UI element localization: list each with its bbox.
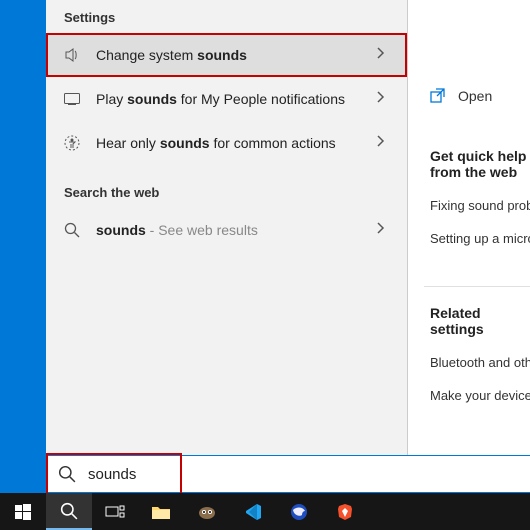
screen-icon xyxy=(60,93,84,105)
chevron-right-icon xyxy=(369,221,393,239)
start-button[interactable] xyxy=(0,493,46,530)
quick-help-header: Get quick help from the web xyxy=(430,148,530,180)
quick-help-link[interactable]: Setting up a microphone xyxy=(430,231,530,246)
search-web-header: Search the web xyxy=(46,175,407,208)
open-button[interactable]: Open xyxy=(430,88,530,104)
result-hear-only-sounds[interactable]: Hear only sounds for common actions xyxy=(46,121,407,165)
result-label: Play sounds for My People notifications xyxy=(84,91,369,108)
search-icon xyxy=(46,465,88,483)
divider xyxy=(424,286,530,287)
related-link[interactable]: Bluetooth and other devices xyxy=(430,355,530,370)
taskbar-search-button[interactable] xyxy=(46,493,92,530)
result-label: Change system sounds xyxy=(84,47,369,64)
settings-header: Settings xyxy=(46,0,407,33)
detail-panel: Open Get quick help from the web Fixing … xyxy=(408,0,530,455)
chevron-right-icon xyxy=(369,90,393,108)
taskbar xyxy=(0,493,530,530)
search-icon xyxy=(60,222,84,238)
open-icon xyxy=(430,88,446,104)
related-link[interactable]: Make your device easier to hear xyxy=(430,388,530,403)
chevron-right-icon xyxy=(369,134,393,152)
thunderbird-icon[interactable] xyxy=(276,493,322,530)
related-settings-header: Related settings xyxy=(430,305,530,337)
search-input[interactable] xyxy=(88,466,530,483)
brave-icon[interactable] xyxy=(322,493,368,530)
file-explorer-icon[interactable] xyxy=(138,493,184,530)
speaker-icon xyxy=(60,47,84,63)
quick-help-link[interactable]: Fixing sound problems xyxy=(430,198,530,213)
search-bar[interactable] xyxy=(46,455,530,493)
gimp-icon[interactable] xyxy=(184,493,230,530)
result-change-system-sounds[interactable]: Change system sounds xyxy=(46,33,407,77)
result-label: sounds - See web results xyxy=(84,222,369,239)
vscode-icon[interactable] xyxy=(230,493,276,530)
accessibility-icon xyxy=(60,135,84,151)
result-label: Hear only sounds for common actions xyxy=(84,135,369,152)
search-results-panel: Settings Change system sounds Play sound… xyxy=(46,0,408,455)
taskview-button[interactable] xyxy=(92,493,138,530)
result-play-sounds-mypeople[interactable]: Play sounds for My People notifications xyxy=(46,77,407,121)
result-web-search[interactable]: sounds - See web results xyxy=(46,208,407,252)
chevron-right-icon xyxy=(369,46,393,64)
